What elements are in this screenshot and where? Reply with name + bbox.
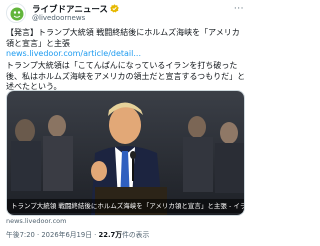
tweet-time[interactable]: 午後7:20 — [6, 231, 35, 239]
tweet-quote: トランプ大統領は「こてんぱんになっているイランを打ち破った後、私はホルムズ海峡を… — [6, 61, 246, 91]
tweet-date[interactable]: 2026年6月19日 — [41, 231, 92, 239]
tweet-meta: 午後7:20 · 2026年6月19日 · 22.7万件の表示 — [6, 231, 150, 239]
tweet-body: 【発言】トランプ大統領 戦闘終結後にホルムズ海峡を「アメリカ領と宣言」と主張 n… — [6, 28, 246, 60]
link-preview-card[interactable]: トランプ大統領 戦闘終結後にホルムズ海峡を「アメリカ領と宣言」と主張 - イラン… — [6, 90, 245, 216]
article-link[interactable]: news.livedoor.com/article/detail... — [6, 49, 246, 60]
tweet-header: ライブドアニュース @livedoornews ··· — [6, 3, 246, 25]
card-caption[interactable]: トランプ大統領 戦闘終結後にホルムズ海峡を「アメリカ領と宣言」と主張 - イラン… — [7, 199, 244, 213]
livedoor-logo-icon[interactable] — [6, 3, 26, 23]
tweet-headline: 【発言】トランプ大統領 戦闘終結後にホルムズ海峡を「アメリカ領と宣言」と主張 — [6, 28, 240, 48]
account-handle[interactable]: @livedoornews — [32, 14, 85, 23]
speaker-at-podium-photo — [7, 91, 244, 215]
views-count: 22.7万 — [98, 231, 123, 239]
more-options-icon[interactable]: ··· — [234, 5, 244, 14]
views-label: 件の表示 — [122, 231, 150, 239]
verified-badge-icon — [110, 4, 119, 13]
card-domain[interactable]: news.livedoor.com — [6, 217, 66, 225]
